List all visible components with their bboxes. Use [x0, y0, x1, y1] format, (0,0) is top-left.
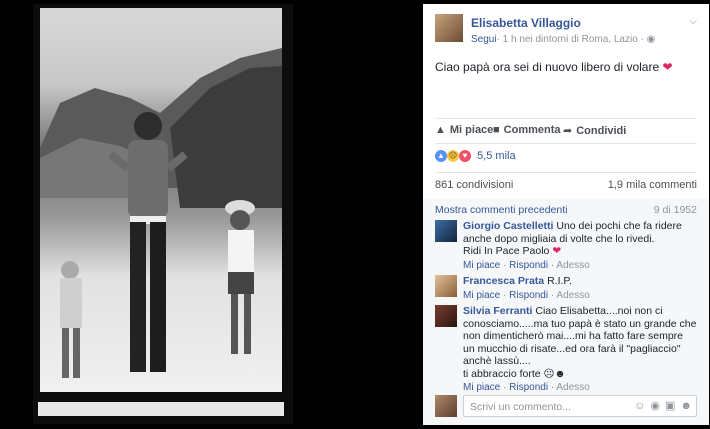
comment-reply-link[interactable]: Rispondi	[509, 260, 548, 271]
love-reaction-icon: ♥	[459, 150, 471, 163]
post-photo[interactable]	[40, 8, 282, 392]
post-actions: ▲ Mi piace ■ Commenta ➦ Condividi	[435, 118, 697, 144]
author-name[interactable]: Elisabetta Villaggio	[471, 16, 581, 30]
emoji-icon[interactable]: ☺	[634, 400, 645, 412]
current-user-avatar	[435, 395, 457, 417]
comment-time: Adesso	[556, 289, 590, 301]
comment-footer: Mi piace · Rispondi · Adesso	[463, 382, 590, 393]
sad-reaction-icon: ☹	[447, 150, 459, 163]
shares-count[interactable]: 861 condivisioni	[435, 179, 513, 191]
comments-page-count: 9 di 1952	[653, 204, 697, 216]
author-avatar[interactable]	[435, 14, 463, 42]
post-meta-text: · 1 h nei dintorni di Roma, Lazio ·	[496, 34, 647, 45]
comment-time: Adesso	[556, 259, 590, 271]
comment-label: Commenta	[503, 124, 561, 136]
commenter-name[interactable]: Silvia Ferranti	[463, 305, 532, 317]
like-label: Mi piace	[449, 124, 494, 136]
photo-illustration	[40, 48, 282, 378]
globe-icon: ◉	[646, 34, 656, 45]
comment-input-placeholder: Scrivi un commento...	[470, 401, 571, 413]
comment-bubble-icon: ■	[493, 124, 500, 136]
chevron-down-icon[interactable]: ⌵	[689, 16, 697, 27]
gif-icon[interactable]: ▣	[665, 400, 675, 412]
comment-input[interactable]: Scrivi un commento... ☺ ◉ ▣ ☻	[463, 395, 697, 417]
write-comment-row: Scrivi un commento... ☺ ◉ ▣ ☻	[435, 395, 697, 419]
post-text: Ciao papà ora sei di nuovo libero di vol…	[435, 60, 673, 74]
commenter-avatar[interactable]	[435, 275, 457, 297]
commenter-name[interactable]: Francesca Prata	[463, 275, 544, 287]
sticker-icon[interactable]: ☻	[680, 400, 692, 412]
reactions-summary[interactable]: ▲ ☹ ♥ 5,5 mila	[435, 150, 516, 166]
commenter-avatar[interactable]	[435, 220, 457, 242]
share-label: Condividi	[576, 125, 627, 137]
reaction-count[interactable]: 5,5 mila	[477, 150, 516, 162]
sad-emoji-icon: ☹	[543, 367, 555, 380]
comment-body: Giorgio Castelletti Uno dei pochi che fa…	[463, 220, 697, 272]
follow-link[interactable]: Segui	[471, 34, 497, 45]
share-arrow-icon: ➦	[563, 125, 573, 137]
like-reaction-icon: ▲	[435, 150, 447, 163]
comment-footer: Mi piace · Rispondi · Adesso	[463, 259, 590, 271]
post-stats: 861 condivisioni 1,9 mila commenti	[435, 172, 697, 196]
comment-button[interactable]: ■ Commenta	[493, 124, 561, 136]
heart-icon: ❤	[662, 60, 673, 74]
comment-body: Silvia Ferranti Ciao Elisabetta....noi n…	[463, 305, 697, 395]
photo-viewer[interactable]	[0, 0, 422, 429]
camera-icon[interactable]: ◉	[650, 400, 660, 412]
heart-icon: ❤	[552, 245, 562, 257]
share-button[interactable]: ➦ Condividi	[563, 124, 626, 137]
comment-body: Francesca Prata R.I.P. Mi piace · Rispon…	[463, 275, 697, 302]
comment-text-line: ti abbraccio forte	[463, 367, 541, 380]
kiss-emoji-icon: ☻	[554, 367, 566, 380]
comment-reply-link[interactable]: Rispondi	[509, 382, 548, 393]
comment-footer: Mi piace · Rispondi · Adesso	[463, 289, 590, 301]
comments-count[interactable]: 1,9 mila commenti	[608, 179, 697, 191]
comment-text: R.I.P.	[547, 275, 572, 287]
comment-item: Francesca Prata R.I.P. Mi piace · Rispon…	[435, 275, 697, 301]
comment-input-icons: ☺ ◉ ▣ ☻	[629, 399, 692, 412]
comment-text-line: Ridi In Pace Paolo	[463, 245, 550, 257]
show-previous-comments-link[interactable]: Mostra commenti precedenti	[435, 204, 567, 216]
post-panel: Elisabetta Villaggio Segui· 1 h nei dint…	[423, 4, 709, 425]
photo-bottom-edge	[38, 402, 284, 416]
comment-item: Silvia Ferranti Ciao Elisabetta....noi n…	[435, 305, 697, 393]
comment-like-link[interactable]: Mi piace	[463, 290, 500, 301]
commenter-avatar[interactable]	[435, 305, 457, 327]
commenter-name[interactable]: Giorgio Castelletti	[463, 220, 553, 232]
comment-time: Adesso	[556, 382, 590, 393]
comment-reply-link[interactable]: Rispondi	[509, 290, 548, 301]
comments-section: Mostra commenti precedenti 9 di 1952 Gio…	[423, 199, 709, 425]
post-header: Elisabetta Villaggio Segui· 1 h nei dint…	[435, 14, 699, 50]
like-button[interactable]: ▲ Mi piace	[435, 124, 493, 136]
comment-like-link[interactable]: Mi piace	[463, 260, 500, 271]
comment-item: Giorgio Castelletti Uno dei pochi che fa…	[435, 220, 697, 272]
post-text-content: Ciao papà ora sei di nuovo libero di vol…	[435, 60, 660, 74]
thumbs-up-icon: ▲	[435, 124, 446, 136]
comment-like-link[interactable]: Mi piace	[463, 382, 500, 393]
post-meta: Segui· 1 h nei dintorni di Roma, Lazio ·…	[471, 34, 655, 45]
